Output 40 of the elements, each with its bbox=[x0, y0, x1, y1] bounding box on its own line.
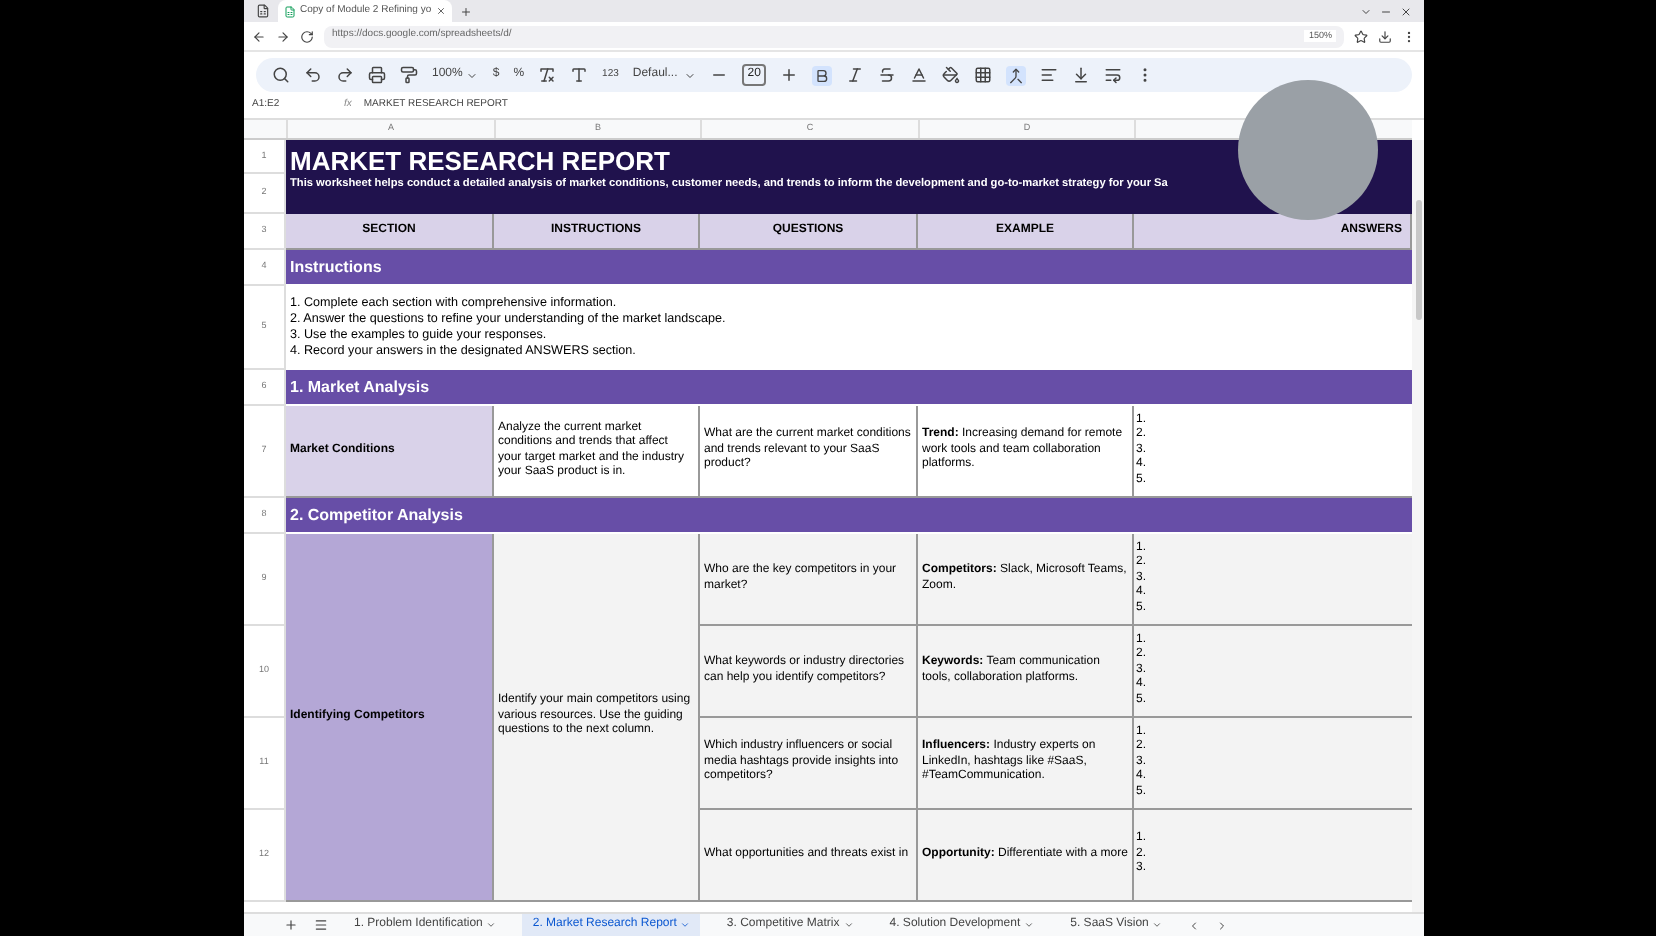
new-tab-icon[interactable] bbox=[459, 5, 472, 17]
undo-icon[interactable] bbox=[304, 66, 322, 84]
caret-icon bbox=[1024, 920, 1035, 930]
menu-icon[interactable] bbox=[1402, 29, 1416, 43]
caret-icon bbox=[680, 920, 691, 930]
download-icon[interactable] bbox=[1378, 29, 1392, 43]
close-icon[interactable] bbox=[1400, 5, 1412, 17]
caret-icon bbox=[486, 920, 497, 930]
reload-icon[interactable] bbox=[300, 29, 314, 43]
scroll-left-icon[interactable] bbox=[1188, 919, 1201, 931]
strikethrough-icon[interactable] bbox=[878, 66, 897, 84]
menu-icon[interactable] bbox=[314, 918, 328, 932]
borders-icon[interactable] bbox=[974, 66, 993, 84]
fill-color-icon[interactable] bbox=[942, 66, 961, 84]
search-icon[interactable] bbox=[272, 66, 290, 84]
section-heading: 2. Competitor Analysis bbox=[286, 498, 1412, 534]
section-heading: Instructions bbox=[286, 250, 1412, 286]
back-icon[interactable] bbox=[252, 29, 266, 43]
text-wrap-icon[interactable] bbox=[1104, 66, 1123, 84]
star-icon[interactable] bbox=[1354, 29, 1368, 43]
add-sheet-icon[interactable] bbox=[284, 918, 298, 932]
redo-icon[interactable] bbox=[336, 66, 354, 84]
bold-button[interactable] bbox=[812, 65, 833, 85]
caret-icon bbox=[466, 69, 479, 81]
italic-icon[interactable] bbox=[846, 66, 865, 84]
paint-roller-icon[interactable] bbox=[400, 66, 418, 84]
align-icon[interactable] bbox=[1040, 66, 1059, 84]
print-icon[interactable] bbox=[368, 66, 386, 84]
merge-cells-button[interactable] bbox=[1006, 65, 1027, 85]
text-color-icon[interactable] bbox=[910, 66, 929, 84]
vertical-align-icon[interactable] bbox=[1072, 66, 1091, 84]
spreadsheet-icon bbox=[284, 5, 296, 17]
scroll-right-icon[interactable] bbox=[1216, 919, 1229, 931]
caret-icon bbox=[683, 69, 696, 81]
caret-icon bbox=[843, 920, 854, 930]
caret-icon bbox=[1152, 920, 1163, 930]
section-heading: 1. Market Analysis bbox=[286, 370, 1412, 406]
increase-font-icon[interactable] bbox=[780, 66, 799, 84]
vertical-scrollbar[interactable] bbox=[1412, 140, 1424, 912]
forward-icon[interactable] bbox=[276, 29, 290, 43]
